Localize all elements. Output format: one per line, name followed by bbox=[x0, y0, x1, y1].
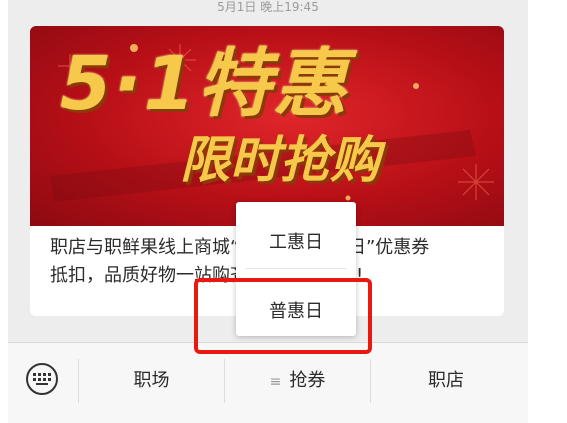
bottom-menu-bar: 职场 ≡ 抢券 职店 bbox=[8, 342, 528, 423]
chat-screen: 5月1日 晚上19:45 5·1特惠 限时抢购 抵扣，品质好物一站购齐，快来看看… bbox=[8, 0, 528, 423]
highlight-annotation bbox=[194, 278, 372, 354]
promo-banner[interactable]: 5·1特惠 限时抢购 bbox=[30, 26, 504, 226]
keyboard-icon bbox=[33, 373, 51, 385]
banner-title: 5·1特惠 bbox=[60, 41, 350, 127]
menu-item-label: 职场 bbox=[133, 370, 170, 391]
menu-item-zhidian[interactable]: 职店 bbox=[371, 343, 521, 421]
submenu-divider bbox=[246, 268, 346, 269]
menu-item-qiangquan[interactable]: ≡ 抢券 bbox=[225, 343, 370, 421]
message-timestamp: 5月1日 晚上19:45 bbox=[217, 0, 319, 14]
banner-subtitle: 限时抢购 bbox=[180, 131, 380, 189]
submenu-list-icon: ≡ bbox=[269, 374, 282, 390]
submenu-item-gonghuiri[interactable]: 工惠日 bbox=[236, 228, 356, 254]
menu-item-label: 抢券 bbox=[289, 370, 326, 391]
menu-item-label: 职店 bbox=[428, 370, 464, 391]
menu-item-zhichang[interactable]: 职场 bbox=[79, 343, 224, 421]
keyboard-toggle-button[interactable] bbox=[26, 363, 58, 395]
